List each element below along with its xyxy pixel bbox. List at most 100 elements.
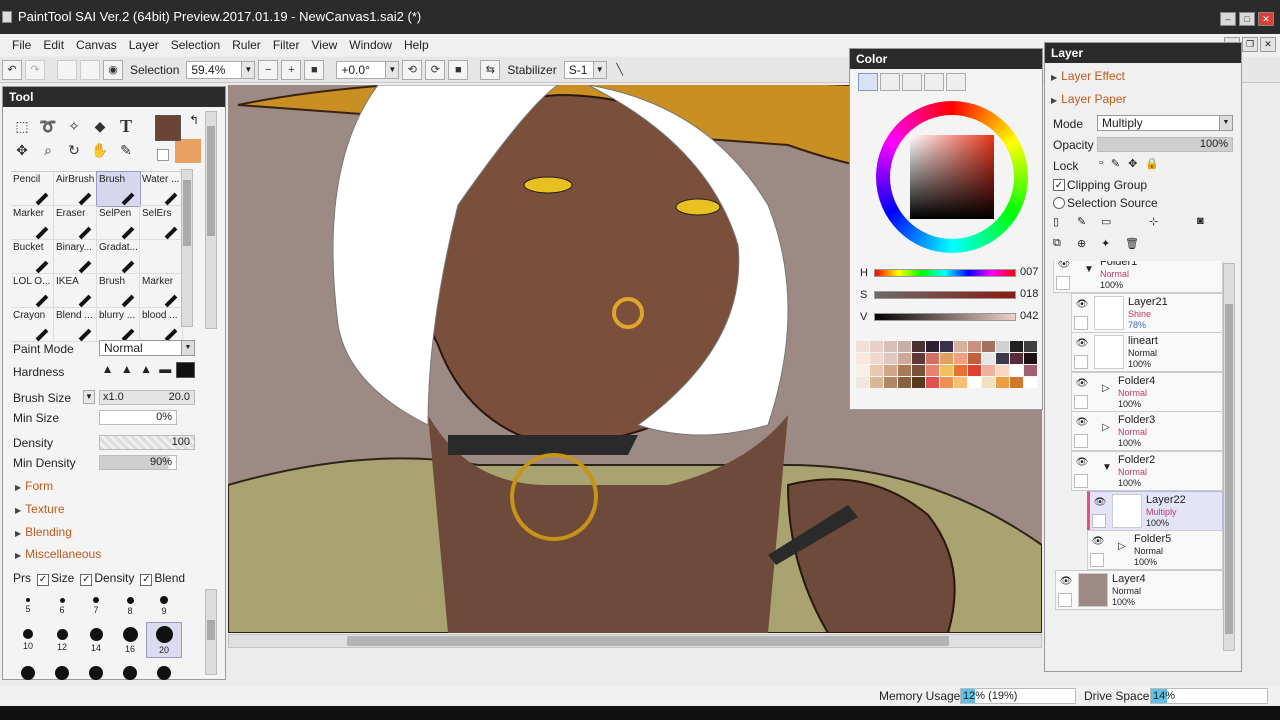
visibility-eye-icon[interactable]: 👁 [1074, 377, 1090, 391]
section-texture[interactable]: ▶ Texture [15, 502, 65, 516]
brush-slot[interactable]: AirBrush [54, 172, 97, 206]
brush-slot[interactable]: Bucket [11, 240, 54, 274]
color-swatch[interactable] [940, 341, 953, 352]
undo-icon[interactable]: ↶ [2, 59, 22, 80]
color-swatch[interactable] [884, 353, 897, 364]
maximize-button[interactable]: □ [1239, 12, 1255, 26]
color-swatch[interactable] [1010, 377, 1023, 388]
menu-canvas[interactable]: Canvas [70, 34, 123, 56]
visibility-eye-icon[interactable]: 👁 [1090, 535, 1106, 549]
brush-slot[interactable]: LOL O... [11, 274, 54, 308]
layer-edit-icon[interactable] [1074, 355, 1088, 370]
move-icon[interactable]: ✥ [11, 139, 33, 161]
clipping-group-checkbox[interactable]: ✓ Clipping Group [1053, 178, 1147, 192]
hand-icon[interactable]: ✋ [89, 139, 111, 161]
menu-filter[interactable]: Filter [267, 34, 306, 56]
line-tool-icon[interactable]: ╲ [610, 60, 630, 80]
brush-slot[interactable]: blurry ... [97, 308, 140, 342]
stabilizer-dropdown-icon[interactable]: ▼ [592, 60, 607, 79]
color-swatch-grid[interactable] [856, 341, 1037, 397]
color-swatch[interactable] [856, 377, 869, 388]
flip-horizontal-icon[interactable]: ⇆ [480, 59, 501, 80]
rotate-left-icon[interactable]: ⟲ [402, 59, 423, 80]
color-swatch[interactable] [996, 377, 1009, 388]
size-preset[interactable]: 5 [11, 589, 45, 623]
size-preset[interactable]: 6 [45, 589, 79, 623]
min-density-slider[interactable]: 90% [99, 455, 177, 470]
brush-slot[interactable]: SelPen [97, 206, 140, 240]
section-blending[interactable]: ▶ Blending [15, 525, 72, 539]
color-swatch[interactable] [926, 377, 939, 388]
color-swatch[interactable] [940, 353, 953, 364]
rgb-slider-tab-icon[interactable] [880, 73, 900, 91]
menu-layer[interactable]: Layer [123, 34, 165, 56]
color-swatch[interactable] [926, 365, 939, 376]
background-color-swatch[interactable] [175, 139, 201, 163]
color-swatch[interactable] [968, 341, 981, 352]
color-swatch[interactable] [926, 341, 939, 352]
color-swatch[interactable] [982, 353, 995, 364]
brush-slot[interactable]: Eraser [54, 206, 97, 240]
brush-slot[interactable]: Marker [140, 274, 183, 308]
deselect-icon[interactable] [57, 59, 77, 80]
mixer-tab-icon[interactable] [924, 73, 944, 91]
rotate-right-icon[interactable]: ⟳ [425, 59, 446, 80]
merge-down-icon[interactable]: ⊕ [1077, 237, 1101, 259]
layer-edit-icon[interactable] [1092, 513, 1106, 528]
color-swatch[interactable] [982, 377, 995, 388]
color-swatch[interactable] [996, 341, 1009, 352]
new-layer-icon[interactable]: ▯ [1053, 215, 1077, 237]
tool-scrollbar[interactable] [181, 169, 193, 327]
rotate-reset-icon[interactable]: ■ [448, 59, 469, 80]
hsv-slider-tab-icon[interactable] [902, 73, 922, 91]
paint-mode-select[interactable]: Normal ▼ [99, 340, 195, 356]
layer-row[interactable]: 👁 lineart Normal 100% [1071, 332, 1223, 373]
size-preset[interactable]: 7 [79, 589, 113, 623]
color-swatch[interactable] [884, 341, 897, 352]
redo-icon[interactable]: ↷ [25, 59, 45, 80]
menu-ruler[interactable]: Ruler [226, 34, 267, 56]
color-swatch[interactable] [884, 365, 897, 376]
layer-paper-toggle[interactable]: ▶ Layer Paper [1051, 92, 1127, 106]
foreground-color-swatch[interactable] [155, 115, 181, 141]
text-tool-icon[interactable]: T [115, 115, 137, 137]
color-swatch[interactable] [968, 377, 981, 388]
transform-icon[interactable]: ⊹ [1149, 215, 1173, 237]
color-swatch[interactable] [1024, 377, 1037, 388]
layer-edit-icon[interactable] [1056, 276, 1070, 290]
layer-edit-icon[interactable] [1074, 394, 1088, 409]
hue-slider[interactable] [874, 269, 1016, 277]
color-swatch[interactable] [968, 365, 981, 376]
stabilizer-field[interactable]: S-1 [563, 60, 594, 79]
saturation-value-square[interactable] [910, 135, 994, 219]
color-swatch[interactable] [926, 353, 939, 364]
color-swatch[interactable] [870, 353, 883, 364]
brush-slot[interactable]: IKEA [54, 274, 97, 308]
layer-effect-toggle[interactable]: ▶ Layer Effect [1051, 69, 1125, 83]
color-swatch[interactable] [870, 341, 883, 352]
close-button[interactable]: ✕ [1258, 12, 1274, 26]
zoom-reset-icon[interactable]: ■ [304, 59, 325, 80]
lock-move-icon[interactable]: ✥ [1128, 157, 1137, 170]
lock-all-icon[interactable]: 🔒 [1145, 157, 1159, 170]
color-swatch[interactable] [898, 377, 911, 388]
color-wheel-tab-icon[interactable] [858, 73, 878, 91]
rect-select-icon[interactable]: ⬚ [11, 115, 33, 137]
minimize-button[interactable]: – [1220, 12, 1236, 26]
color-swatch[interactable] [940, 377, 953, 388]
color-swatch[interactable] [982, 341, 995, 352]
brush-slot[interactable]: Brush [97, 274, 140, 308]
brush-slot[interactable]: Blend ... [54, 308, 97, 342]
color-swatch[interactable] [856, 365, 869, 376]
color-swatch[interactable] [912, 365, 925, 376]
size-preset[interactable]: 20 [146, 622, 182, 658]
mask-icon[interactable]: ◙ [1197, 215, 1221, 237]
layer-row[interactable]: 👁 Layer4 Normal 100% [1055, 569, 1223, 610]
layer-edit-icon[interactable] [1090, 553, 1104, 568]
color-swatch[interactable] [870, 377, 883, 388]
zoom-icon[interactable]: ⌕ [37, 139, 59, 161]
layer-row[interactable]: 👁 ▼ Folder1 Normal 100% [1053, 261, 1223, 293]
brush-size-slider[interactable]: x1.0 20.0 [99, 390, 195, 405]
brush-slot[interactable]: Crayon [11, 308, 54, 342]
zoom-out-icon[interactable]: − [258, 59, 279, 80]
